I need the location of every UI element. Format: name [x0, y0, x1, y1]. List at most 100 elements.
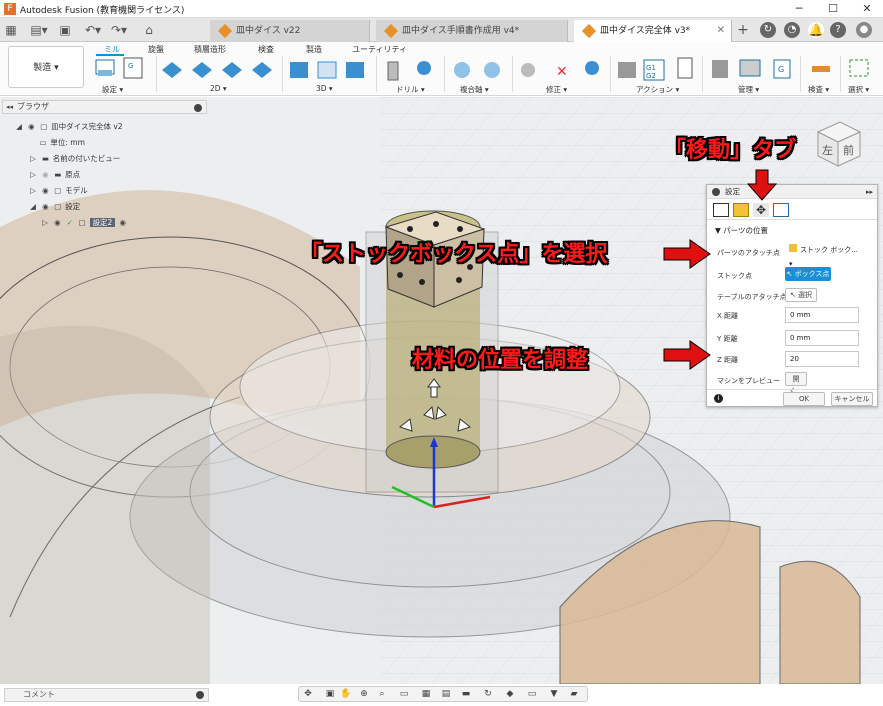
rotate-icon[interactable]: ↻	[481, 688, 495, 700]
preview-open-button[interactable]: 開く...	[785, 372, 807, 395]
2d-slot-icon	[252, 62, 272, 78]
tool-library-icon	[712, 60, 728, 78]
item-label: 皿中ダイス完全体 v2	[51, 122, 123, 131]
y-distance-input[interactable]: 0 mm	[785, 330, 859, 346]
annotation-adjust: 材料の位置を調整	[412, 348, 589, 373]
table-attach-value: 選択	[798, 291, 813, 299]
view-cube-front-label: 前	[843, 143, 854, 157]
setup-sheet-icon	[677, 57, 693, 79]
browser-title: ブラウザ	[17, 102, 49, 111]
active-radio-icon[interactable]: ◉	[118, 216, 128, 230]
tool-display-icon[interactable]: ▼	[547, 688, 561, 700]
dialog-pin-icon[interactable]	[712, 188, 720, 196]
group-divider	[156, 56, 157, 92]
browser-item-models[interactable]: ▷ ◉ ▢ モデル	[28, 184, 88, 198]
view-cube[interactable]: 左 前	[812, 120, 862, 168]
comments-label: コメント	[23, 690, 55, 699]
expand-triangle-icon[interactable]: ◢	[28, 200, 38, 214]
table-attach-select-button[interactable]: ↖ 選択	[785, 288, 817, 302]
group-modify[interactable]: 修正 ▾	[546, 84, 567, 95]
group-drill[interactable]: ドリル ▾	[396, 84, 425, 95]
dialog-divider	[707, 389, 877, 390]
cancel-button[interactable]: キャンセル	[831, 392, 873, 406]
stock-point-label: ストック点	[717, 272, 752, 280]
machine-icon[interactable]: ▭	[525, 688, 539, 700]
grid-icon[interactable]: ▦	[419, 688, 433, 700]
check-icon: ✓	[66, 218, 73, 227]
zoom-window-icon[interactable]: ⌕	[375, 688, 389, 700]
browser-item-named-views[interactable]: ▷ ▬ 名前の付いたビュー	[28, 152, 120, 166]
comments-panel[interactable]: コメント	[4, 688, 209, 702]
part-position-section[interactable]: ▼ パーツの位置	[715, 225, 768, 236]
browser-item-setup2[interactable]: ▷ ◉ ✓ ▢ 設定2 ◉	[40, 216, 128, 230]
group-divider	[512, 56, 513, 92]
info-icon[interactable]: i	[714, 394, 723, 403]
tab-stock-icon[interactable]	[733, 203, 749, 217]
stock-point-value: ボックス点	[794, 270, 830, 278]
item-label: 原点	[65, 170, 81, 179]
orbit-icon[interactable]: ✥	[301, 688, 315, 700]
appearance-icon[interactable]: ◆	[503, 688, 517, 700]
browser-item-units[interactable]: ▭ 単位: mm	[38, 136, 84, 150]
group-inspect[interactable]: 検査 ▾	[808, 84, 829, 95]
dialog-header[interactable]: 設定 ▸▸	[707, 185, 877, 199]
browser-panel: ◂◂ ブラウザ ◢ ◉ ▢ 皿中ダイス完全体 v2 ▭ 単位: mm ▷ ▬ 名…	[2, 100, 207, 240]
group-3d[interactable]: 3D ▾	[316, 84, 333, 93]
group-actions[interactable]: アクション ▾	[636, 84, 679, 95]
units-icon: ▭	[39, 138, 47, 147]
viewports-icon[interactable]: ▤	[439, 688, 453, 700]
3d-parallel-icon	[346, 62, 364, 78]
browser-header[interactable]: ◂◂ ブラウザ	[2, 100, 207, 114]
dialog-tabs: ✥	[707, 200, 877, 220]
part-attach-dropdown[interactable]: ストック ボック... ▾	[785, 243, 859, 268]
modify-icon	[521, 63, 535, 77]
model-icon: ▢	[54, 186, 62, 195]
collapse-icon[interactable]: ◂◂	[6, 101, 13, 113]
tab-setup-icon[interactable]	[713, 203, 729, 217]
group-divider	[376, 56, 377, 92]
visibility-eye-icon[interactable]: ◉	[40, 184, 50, 198]
group-divider	[282, 56, 283, 92]
stock-box-icon	[789, 244, 797, 252]
group-select[interactable]: 選択 ▾	[848, 84, 869, 95]
expand-triangle-icon[interactable]: ▷	[28, 168, 38, 182]
document-icon: ▢	[40, 122, 48, 131]
svg-text:G: G	[128, 62, 133, 70]
navigation-bar: ✥ ▣ ✋ ⊕ ⌕ ▭ ▦ ▤ ▬ ↻ ◆ ▭ ▼ ▰	[298, 686, 588, 702]
expand-triangle-icon[interactable]: ◢	[14, 120, 24, 134]
group-manage[interactable]: 管理 ▾	[738, 84, 759, 95]
visibility-eye-icon[interactable]: ◉	[26, 120, 36, 134]
tab-move-icon[interactable]: ✥	[753, 203, 769, 217]
stock-display-icon[interactable]: ▬	[459, 688, 473, 700]
expand-dialog-icon[interactable]: ▸▸	[866, 185, 873, 199]
comments-pin-icon[interactable]	[196, 691, 204, 699]
visibility-eye-icon[interactable]: ◉	[40, 168, 50, 182]
ok-button[interactable]: OK	[783, 392, 825, 406]
group-divider	[444, 56, 445, 92]
browser-item-origin[interactable]: ▷ ◉ ▬ 原点	[28, 168, 80, 182]
x-distance-input[interactable]: 0 mm	[785, 307, 859, 323]
expand-triangle-icon[interactable]: ▷	[28, 184, 38, 198]
group-multiaxis[interactable]: 複合軸 ▾	[460, 84, 489, 95]
pan-icon[interactable]: ✋	[339, 688, 353, 700]
browser-item-setups[interactable]: ◢ ◉ ▢ 設定	[28, 200, 80, 214]
expand-triangle-icon[interactable]: ▷	[28, 152, 38, 166]
visibility-eye-icon[interactable]: ◉	[52, 216, 62, 230]
multiaxis-2-icon	[484, 62, 500, 78]
stock-point-button[interactable]: ↖ ボックス点	[785, 267, 831, 281]
group-setup[interactable]: 設定 ▾	[102, 84, 123, 95]
look-at-icon[interactable]: ▣	[323, 688, 337, 700]
toolpath-display-icon[interactable]: ▰	[567, 688, 581, 700]
group-2d[interactable]: 2D ▾	[210, 84, 227, 93]
measure-icon	[812, 66, 830, 72]
display-settings-icon[interactable]: ▭	[397, 688, 411, 700]
expand-triangle-icon[interactable]: ▷	[40, 216, 50, 230]
z-distance-input[interactable]: 20	[785, 351, 859, 367]
zoom-icon[interactable]: ⊕	[357, 688, 371, 700]
browser-pin-icon[interactable]	[194, 104, 202, 112]
item-label: 名前の付いたビュー	[52, 154, 121, 163]
tab-post-process-icon[interactable]	[773, 203, 789, 217]
preview-machine-label: マシンをプレビュー	[717, 377, 780, 385]
browser-item-root[interactable]: ◢ ◉ ▢ 皿中ダイス完全体 v2	[14, 120, 123, 134]
visibility-eye-icon[interactable]: ◉	[40, 200, 50, 214]
